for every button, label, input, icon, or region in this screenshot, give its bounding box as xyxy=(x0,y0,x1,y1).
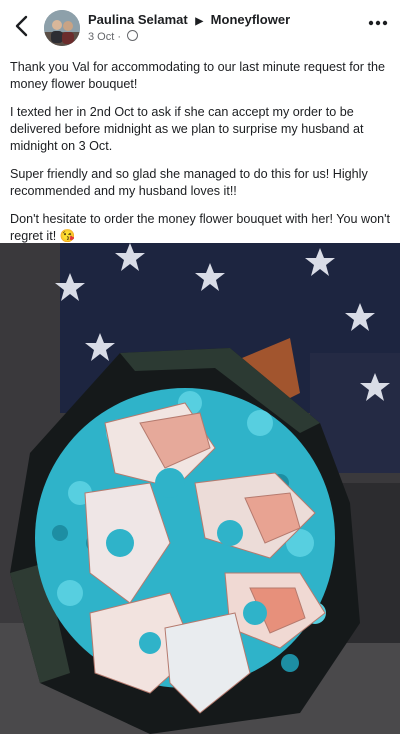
post-header: Paulina Selamat ▶ Moneyflower 3 Oct · xyxy=(0,0,400,50)
more-options-icon[interactable] xyxy=(366,14,390,32)
author-name[interactable]: Paulina Selamat xyxy=(88,12,188,27)
money-bouquet-image xyxy=(0,243,400,734)
post-body: Thank you Val for accommodating to our l… xyxy=(10,59,394,256)
avatar[interactable] xyxy=(44,10,80,46)
globe-icon xyxy=(127,30,139,41)
post-paragraph: Don't hesitate to order the money flower… xyxy=(10,212,391,243)
post-paragraph: Thank you Val for accommodating to our l… xyxy=(10,60,385,91)
post-date[interactable]: 3 Oct xyxy=(88,31,114,43)
back-arrow-icon[interactable] xyxy=(10,12,34,40)
page-name[interactable]: Moneyflower xyxy=(211,12,290,27)
author-line: Paulina Selamat ▶ Moneyflower xyxy=(88,12,290,27)
post-meta: 3 Oct · xyxy=(88,30,139,43)
post-paragraph: Super friendly and so glad she managed t… xyxy=(10,167,368,198)
right-triangle-icon: ▶ xyxy=(195,16,204,27)
post-paragraph: I texted her in 2nd Oct to ask if she ca… xyxy=(10,105,364,153)
post-photo[interactable] xyxy=(0,243,400,734)
